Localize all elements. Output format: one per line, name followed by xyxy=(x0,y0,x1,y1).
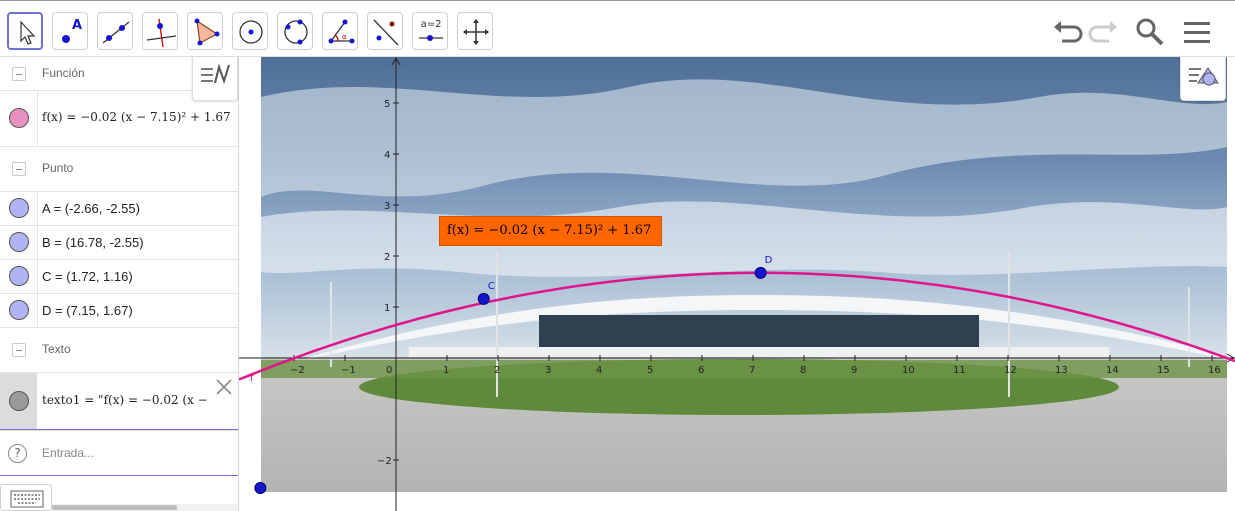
angle-tool-button[interactable]: α xyxy=(322,12,358,50)
x-tick-label: 6 xyxy=(698,365,704,376)
input-placeholder: Entrada... xyxy=(42,446,95,460)
algebra-item-a[interactable]: A = (-2.66, -2.55) xyxy=(0,192,238,226)
x-tick-label: −1 xyxy=(341,365,356,376)
algebra-item-text: A = (-2.66, -2.55) xyxy=(42,201,140,216)
circle-three-points-tool-button[interactable] xyxy=(277,12,313,50)
scroll-thumb[interactable] xyxy=(52,505,177,510)
visibility-marble-icon[interactable] xyxy=(9,198,29,218)
visibility-marble-icon[interactable] xyxy=(9,266,29,286)
x-tick-label: 15 xyxy=(1157,365,1170,376)
visibility-marble-icon[interactable] xyxy=(9,391,29,411)
y-tick-label: 3 xyxy=(384,201,390,212)
algebra-item-text: f(x) = −0.02 (x − 7.15)² + 1.67 xyxy=(42,110,231,124)
svg-text:α: α xyxy=(342,33,347,41)
y-tick-label: 1 xyxy=(384,303,390,314)
input-bar[interactable]: ? Entrada... xyxy=(0,430,238,476)
point-label: D xyxy=(765,255,773,266)
y-tick-label: 5 xyxy=(384,99,390,110)
graphics-view[interactable]: −2 −1 0 1 2 3 4 5 6 7 8 9 10 11 12 13 14 15 16 5 4 3 2 1 −2 f CD… xyxy=(239,57,1235,511)
slider-tool-button[interactable]: a=2 xyxy=(412,12,448,50)
x-tick-label: 7 xyxy=(749,365,755,376)
x-tick-label: 10 xyxy=(902,365,915,376)
x-tick-label: 13 xyxy=(1055,365,1068,376)
x-tick-label: 8 xyxy=(800,365,806,376)
keyboard-icon[interactable] xyxy=(0,484,52,511)
lawn xyxy=(261,360,1227,378)
y-tick-label: 4 xyxy=(384,150,390,161)
x-tick-label: 0 xyxy=(386,365,392,376)
search-icon[interactable] xyxy=(1133,15,1167,49)
visibility-marble-icon[interactable] xyxy=(9,108,29,128)
point-tool-letter: A xyxy=(71,18,83,33)
algebra-item-text: B = (16.78, -2.55) xyxy=(42,235,144,250)
point-label: C xyxy=(488,281,495,292)
x-tick-label: 1 xyxy=(443,365,449,376)
x-tick-label: −2 xyxy=(290,365,305,376)
group-header-punto[interactable]: Punto xyxy=(0,147,238,192)
group-label: Texto xyxy=(42,342,71,356)
polygon-tool-button[interactable] xyxy=(187,12,223,50)
horizontal-scrollbar[interactable] xyxy=(52,504,238,511)
algebra-item-text: texto1 = "f(x) = −0.02 (x − xyxy=(42,393,208,407)
algebra-view: Función f(x) = −0.02 (x − 7.15)² + 1.67 … xyxy=(0,57,239,511)
terminal-base xyxy=(409,347,1109,357)
point-d[interactable] xyxy=(754,266,767,279)
x-tick-label: 5 xyxy=(647,365,653,376)
algebra-item-b[interactable]: B = (16.78, -2.55) xyxy=(0,226,238,260)
algebra-item-texto1[interactable]: texto1 = "f(x) = −0.02 (x − xyxy=(0,373,238,430)
x-tick-label: 12 xyxy=(1004,365,1017,376)
visibility-marble-icon[interactable] xyxy=(9,232,29,252)
cloud-band xyxy=(261,201,1227,277)
move-graphics-view-tool-button[interactable] xyxy=(457,12,493,50)
function-text-label[interactable]: f(x) = −0.02 (x − 7.15)² + 1.67 xyxy=(439,216,662,246)
algebra-item-text: C = (1.72, 1.16) xyxy=(42,269,133,284)
background-image xyxy=(261,57,1227,511)
algebra-item-c[interactable]: C = (1.72, 1.16) xyxy=(0,260,238,294)
menu-icon[interactable] xyxy=(1180,15,1214,49)
point-a[interactable] xyxy=(254,482,267,495)
algebra-item-f[interactable]: f(x) = −0.02 (x − 7.15)² + 1.67 xyxy=(0,91,238,147)
x-tick-label: 14 xyxy=(1106,365,1119,376)
algebra-item-d[interactable]: D = (7.15, 1.67) xyxy=(0,294,238,328)
close-icon[interactable] xyxy=(212,375,236,399)
curve-label: f xyxy=(250,373,254,384)
x-tick-label: 4 xyxy=(596,365,602,376)
move-tool-button[interactable] xyxy=(7,12,43,50)
x-tick-label: 9 xyxy=(851,365,857,376)
visibility-marble-icon[interactable] xyxy=(9,300,29,320)
x-tick-label: 2 xyxy=(494,365,500,376)
collapse-icon[interactable] xyxy=(12,343,26,357)
collapse-icon[interactable] xyxy=(12,162,26,176)
toolbar: A α a=2 xyxy=(0,0,1235,57)
collapse-icon[interactable] xyxy=(12,67,26,81)
reflect-about-line-tool-button[interactable] xyxy=(367,12,403,50)
help-icon[interactable]: ? xyxy=(8,444,27,463)
graphics-canvas[interactable]: −2 −1 0 1 2 3 4 5 6 7 8 9 10 11 12 13 14 15 1654321−2 f CD xyxy=(239,57,1235,511)
group-label: Función xyxy=(42,66,85,80)
x-tick-label: 3 xyxy=(545,365,551,376)
y-tick-label: 2 xyxy=(384,252,390,263)
undo-icon[interactable] xyxy=(1050,15,1084,49)
point-c[interactable] xyxy=(477,292,490,305)
line-tool-button[interactable] xyxy=(97,12,133,50)
group-header-texto[interactable]: Texto xyxy=(0,328,238,373)
point-tool-button[interactable]: A xyxy=(52,12,88,50)
algebra-item-text: D = (7.15, 1.67) xyxy=(42,303,133,318)
circle-center-point-tool-button[interactable] xyxy=(232,12,268,50)
group-label: Punto xyxy=(42,161,74,175)
perpendicular-line-tool-button[interactable] xyxy=(142,12,178,50)
y-tick-label: −2 xyxy=(377,456,392,467)
redo-icon[interactable] xyxy=(1087,15,1121,49)
x-tick-label: 16 xyxy=(1208,365,1221,376)
image-margin xyxy=(261,492,1227,511)
x-tick-label: 11 xyxy=(953,365,966,376)
graphics-style-bar-button[interactable] xyxy=(1180,57,1226,101)
